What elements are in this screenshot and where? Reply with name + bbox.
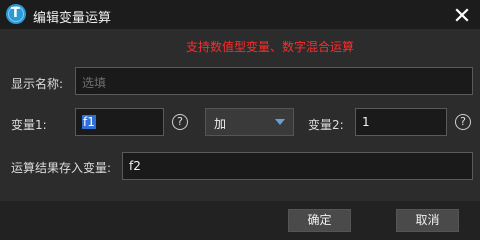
operator-select[interactable]: 加 <box>205 108 294 136</box>
display-name-placeholder: 选填 <box>82 76 107 90</box>
ok-button[interactable]: 确定 <box>288 209 351 232</box>
cancel-button[interactable]: 取消 <box>396 209 459 232</box>
display-name-label: 显示名称: <box>11 77 64 91</box>
logo-letter: T <box>11 6 20 21</box>
var2-input[interactable]: 1 <box>355 108 447 136</box>
result-input[interactable]: f2 <box>122 152 473 180</box>
var1-label: 变量1: <box>11 118 47 132</box>
title-bar: T 编辑变量运算 <box>0 0 480 29</box>
var2-help-glyph: ? <box>460 115 466 128</box>
operator-selected: 加 <box>214 117 227 131</box>
var1-input[interactable]: f1 <box>75 108 164 136</box>
result-value: f2 <box>129 159 141 173</box>
result-label: 运算结果存入变量: <box>11 161 112 175</box>
var1-help-icon[interactable]: ? <box>172 114 188 130</box>
var2-label: 变量2: <box>308 118 344 132</box>
app-logo-icon: T <box>6 4 26 24</box>
display-name-input[interactable]: 选填 <box>75 67 473 95</box>
var2-help-icon[interactable]: ? <box>455 114 471 130</box>
var2-value: 1 <box>362 115 370 129</box>
window-title: 编辑变量运算 <box>33 11 112 26</box>
dropdown-arrow-icon <box>275 119 285 125</box>
close-icon[interactable] <box>453 6 471 24</box>
edit-variable-dialog: T 编辑变量运算 支持数值型变量、数字混合运算 显示名称: 选填 变量1: f1… <box>0 0 480 240</box>
var1-value: f1 <box>82 115 96 129</box>
dialog-footer: 确定 取消 <box>0 201 480 240</box>
var1-help-glyph: ? <box>177 115 183 128</box>
hint-text: 支持数值型变量、数字混合运算 <box>185 40 354 54</box>
